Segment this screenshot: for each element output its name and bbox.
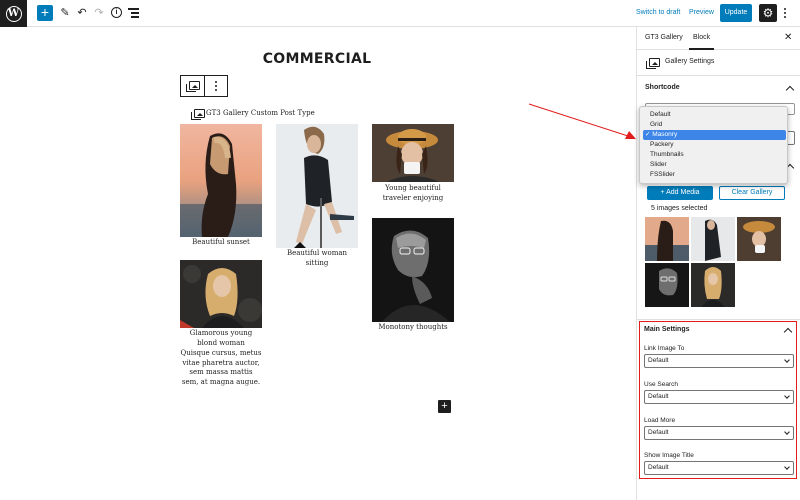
gallery-image[interactable] xyxy=(372,124,454,182)
chevron-down-icon xyxy=(784,429,790,435)
clear-gallery-button[interactable]: Clear Gallery xyxy=(719,186,785,200)
block-toolbar xyxy=(180,75,228,97)
block-options-icon[interactable] xyxy=(211,78,221,94)
close-icon[interactable]: ✕ xyxy=(784,32,792,43)
redo-icon[interactable]: ↷ xyxy=(92,6,106,20)
edit-tool-icon[interactable]: ✎ xyxy=(58,6,72,20)
gallery-thumbnail[interactable] xyxy=(645,263,689,307)
gallery-block-icon[interactable] xyxy=(186,81,200,92)
gallery-icon xyxy=(191,109,205,120)
add-block-inline-button[interactable]: + xyxy=(438,400,451,413)
gallery-settings-title: Gallery Settings xyxy=(665,58,715,65)
gallery-type-dropdown: Default Grid ✓ Masonry Packery Thumbnail… xyxy=(639,106,788,184)
gallery-thumbnail[interactable] xyxy=(737,217,781,261)
list-view-icon[interactable] xyxy=(128,8,139,18)
image-caption: Beautiful woman sitting xyxy=(286,249,348,267)
editor-topbar: W + ✎ ↶ ↷ i Switch to draft Preview Upda… xyxy=(0,0,800,27)
image-caption: Glamorous young blond woman xyxy=(189,329,253,347)
link-image-to-select[interactable]: Default xyxy=(644,354,794,368)
block-label: GT3 Gallery Custom Post Type xyxy=(206,109,315,117)
info-icon[interactable]: i xyxy=(111,7,122,18)
tab-block[interactable]: Block xyxy=(688,34,715,50)
dropdown-option-slider[interactable]: Slider xyxy=(643,160,786,170)
gallery-thumbnail[interactable] xyxy=(645,217,689,261)
wordpress-logo-icon[interactable]: W xyxy=(0,0,27,27)
add-media-button[interactable]: + Add Media xyxy=(647,186,713,200)
gallery-image[interactable] xyxy=(180,260,262,328)
load-more-label: Load More xyxy=(644,417,676,424)
main-settings-title[interactable]: Main Settings xyxy=(644,326,690,333)
show-image-title-label: Show Image Title xyxy=(644,452,694,459)
add-block-button[interactable]: + xyxy=(37,5,53,21)
gallery-thumbnail[interactable] xyxy=(691,217,735,261)
images-selected-count: 5 images selected xyxy=(651,205,708,212)
check-icon: ✓ xyxy=(645,131,651,138)
image-description: Quisque cursus, metus vitae pharetra auc… xyxy=(180,349,262,386)
use-search-label: Use Search xyxy=(644,381,678,388)
chevron-down-icon xyxy=(784,357,790,363)
preview-button[interactable]: Preview xyxy=(689,9,714,16)
link-image-to-label: Link Image To xyxy=(644,345,685,352)
undo-icon[interactable]: ↶ xyxy=(75,6,89,20)
settings-gear-icon[interactable]: ⚙ xyxy=(759,4,777,22)
show-image-title-select[interactable]: Default xyxy=(644,461,794,475)
image-caption: Young beautiful traveler enjoying xyxy=(382,184,444,202)
load-more-select[interactable]: Default xyxy=(644,426,794,440)
image-caption: Monotony thoughts xyxy=(378,323,448,331)
dropdown-option-masonry[interactable]: ✓ Masonry xyxy=(643,130,786,140)
update-button[interactable]: Update xyxy=(720,4,752,22)
more-options-icon[interactable] xyxy=(780,5,790,21)
dropdown-option-thumbnails[interactable]: Thumbnails xyxy=(643,150,786,160)
dropdown-option-packery[interactable]: Packery xyxy=(643,140,786,150)
gallery-settings-icon xyxy=(646,58,660,69)
dropdown-option-grid[interactable]: Grid xyxy=(643,120,786,130)
gallery-image[interactable] xyxy=(276,124,358,248)
tab-gt3-gallery[interactable]: GT3 Gallery xyxy=(645,34,683,41)
sidebar-tabs: GT3 Gallery Block ✕ xyxy=(637,27,800,50)
gallery-image[interactable] xyxy=(180,124,262,237)
chevron-down-icon xyxy=(784,393,790,399)
chevron-down-icon xyxy=(784,464,790,470)
image-caption: Beautiful sunset xyxy=(192,238,250,246)
use-search-select[interactable]: Default xyxy=(644,390,794,404)
gallery-image[interactable] xyxy=(372,218,454,322)
chevron-up-icon[interactable] xyxy=(785,85,795,95)
page-title[interactable]: COMMERCIAL xyxy=(180,51,454,67)
shortcode-panel-title[interactable]: Shortcode xyxy=(645,84,680,91)
dropdown-option-fsslider[interactable]: FSSlider xyxy=(643,170,786,180)
switch-to-draft-button[interactable]: Switch to draft xyxy=(636,9,680,16)
dropdown-option-default[interactable]: Default xyxy=(643,110,786,120)
gallery-thumbnail[interactable] xyxy=(691,263,735,307)
